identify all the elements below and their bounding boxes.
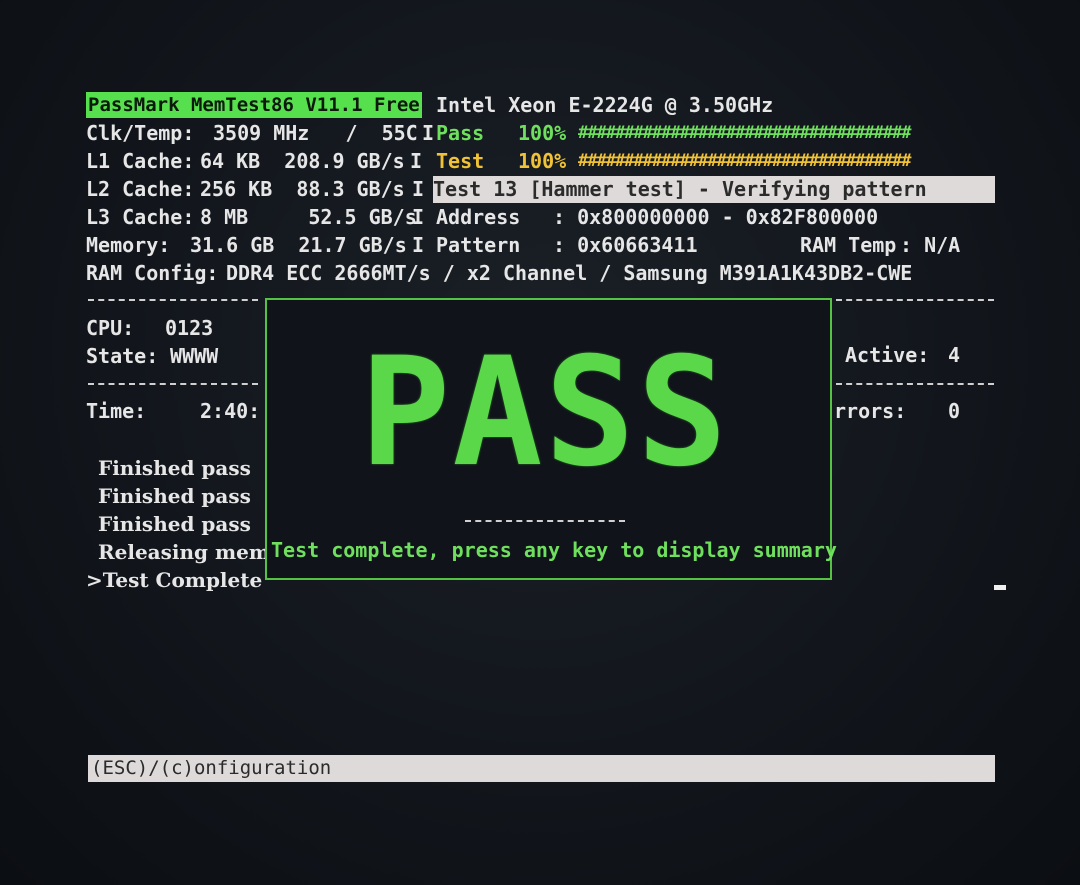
active-value: 4 xyxy=(948,343,961,367)
l3-cache-label: L3 Cache: xyxy=(86,205,195,229)
errors-value: 0 xyxy=(948,399,961,423)
ram-temp-value: : N/A xyxy=(900,233,961,257)
memory-label: Memory: xyxy=(86,233,171,257)
l1-cache-label: L1 Cache: xyxy=(86,149,195,173)
pattern-value: : 0x60663411 xyxy=(553,233,698,257)
time-value: 2:40: xyxy=(200,399,261,423)
l3-cache-value: 8 MB 52.5 GB/s xyxy=(200,205,417,229)
l2-cache-value: 256 KB 88.3 GB/s xyxy=(200,177,405,201)
pattern-label: Pattern xyxy=(436,233,521,257)
divider xyxy=(88,299,258,305)
cpu-model: Intel Xeon E-2224G @ 3.50GHz xyxy=(436,93,774,117)
address-label: Address xyxy=(436,205,521,229)
memory-value: 31.6 GB 21.7 GB/s xyxy=(190,233,407,257)
app-title-badge: PassMark MemTest86 V11.1 Free xyxy=(86,92,422,118)
memtest-screen: PassMark MemTest86 V11.1 Free Intel Xeon… xyxy=(0,0,1080,885)
active-label: Active: xyxy=(845,343,930,367)
text-cursor xyxy=(994,585,1006,590)
separator: I xyxy=(422,121,435,145)
log-line: >Test Complete xyxy=(86,568,263,592)
address-value: : 0x800000000 - 0x82F800000 xyxy=(553,205,879,229)
cpu-label: CPU: xyxy=(86,316,135,340)
pass-label: Pass xyxy=(436,121,485,145)
divider xyxy=(88,383,258,389)
state-value: WWWW xyxy=(170,344,219,368)
footer-configuration-bar[interactable]: (ESC)/(c)onfiguration xyxy=(88,755,995,782)
separator: I xyxy=(412,233,425,257)
separator: I xyxy=(412,205,425,229)
current-test-banner: Test 13 [Hammer test] - Verifying patter… xyxy=(433,176,995,203)
cpu-value: 0123 xyxy=(165,316,214,340)
ram-config-value: DDR4 ECC 2666MT/s / x2 Channel / Samsung… xyxy=(226,261,913,285)
log-line: Releasing memo xyxy=(98,540,284,564)
errors-label: rrors: xyxy=(834,399,907,423)
test-label: Test xyxy=(436,149,485,173)
separator: I xyxy=(412,177,425,201)
divider xyxy=(836,383,994,389)
state-label: State: xyxy=(86,344,159,368)
log-line: Finished pass xyxy=(98,512,251,536)
l1-cache-value: 64 KB 208.9 GB/s xyxy=(200,149,405,173)
test-progress-bar: #################################### xyxy=(578,151,911,171)
ram-temp-label: RAM Temp xyxy=(800,233,897,257)
pass-progress-bar: #################################### xyxy=(578,123,911,143)
ram-config-label: RAM Config: xyxy=(86,261,219,285)
clk-temp-value: 3509 MHz / 55C xyxy=(213,121,418,145)
test-percent: 100% xyxy=(518,149,567,173)
pass-percent: 100% xyxy=(518,121,567,145)
separator: I xyxy=(410,149,423,173)
l2-cache-label: L2 Cache: xyxy=(86,177,195,201)
divider xyxy=(836,299,994,305)
clk-temp-label: Clk/Temp: xyxy=(86,121,195,145)
test-complete-message: Test complete, press any key to display … xyxy=(271,538,837,562)
log-line: Finished pass xyxy=(98,456,251,480)
time-label: Time: xyxy=(86,399,147,423)
pass-result-word: PASS xyxy=(360,326,730,500)
dialog-divider xyxy=(465,520,625,524)
log-line: Finished pass xyxy=(98,484,251,508)
